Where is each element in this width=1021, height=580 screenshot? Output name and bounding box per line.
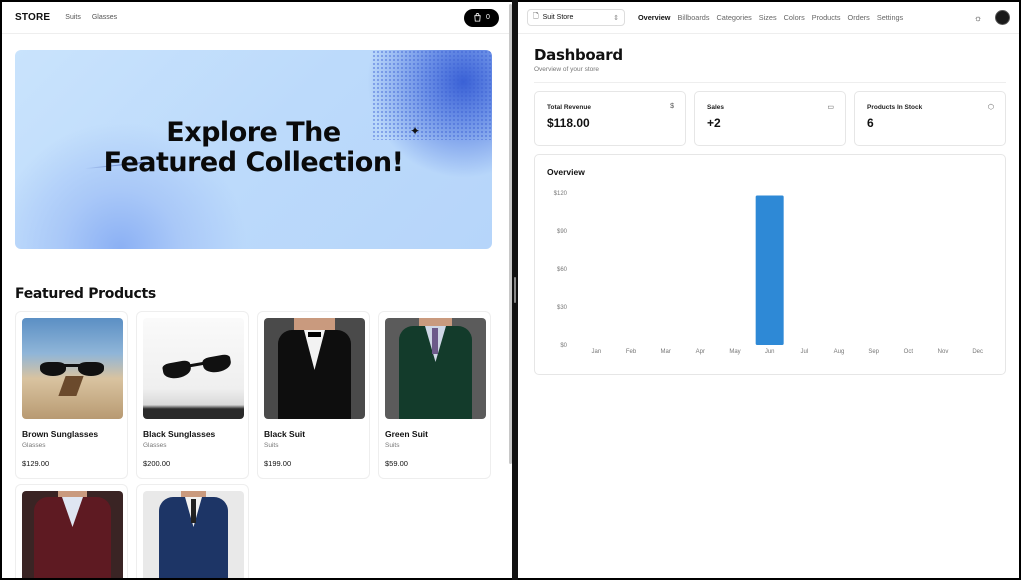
stat-value: 6 [867,116,874,130]
product-image[interactable] [264,318,365,419]
product-card[interactable]: Black Sunglasses Glasses $200.00 [136,311,249,479]
x-tick-label: Feb [626,349,637,355]
page-title: Dashboard [534,46,623,64]
nav-categories[interactable]: Categories [717,13,752,22]
product-card[interactable]: Black Suit Suits $199.00 [257,311,370,479]
product-price: $59.00 [385,459,408,468]
x-tick-label: Jun [765,349,775,355]
product-price: $129.00 [22,459,50,468]
user-avatar[interactable] [995,10,1010,25]
y-tick-label: $120 [554,191,568,197]
product-price: $200.00 [143,459,171,468]
chevrons-up-down-icon: ⇕ [613,14,619,22]
sparkle-icon: ✦ [410,124,421,138]
product-image[interactable] [22,318,123,419]
x-tick-label: Mar [660,349,670,355]
product-image[interactable] [385,318,486,419]
cart-count: 0 [486,14,490,21]
product-category: Glasses [143,442,167,449]
nav-overview[interactable]: Overview [638,13,670,22]
x-tick-label: Apr [696,349,705,355]
product-card[interactable]: Brown Sunglasses Glasses $129.00 [15,311,128,479]
dollar-icon: $ [670,103,674,110]
stat-label: Total Revenue [547,104,591,111]
nav-colors[interactable]: Colors [784,13,805,22]
store-switcher[interactable]: 🗋 Suit Store ⇕ [527,9,625,26]
admin-pane: 🗋 Suit Store ⇕ Overview Billboards Categ… [518,2,1019,578]
bar-jun[interactable] [755,195,784,345]
x-tick-label: Oct [904,349,914,355]
product-name: Black Suit [264,429,306,439]
x-tick-label: Jul [800,349,808,355]
hero-title-line1: Explore The [166,117,341,148]
revenue-bar-chart: $0 $30 $60 $90 $120 Jan Feb Mar Apr May Jun Jul Aug S… [554,191,983,355]
stat-card-stock: Products In Stock ⬡ 6 [854,91,1006,146]
store-navbar: STORE Suits Glasses 0 [2,2,512,34]
x-tick-label: May [729,349,740,355]
nav-billboards[interactable]: Billboards [677,13,709,22]
store-switcher-label: Suit Store [542,14,574,21]
page-subtitle: Overview of your store [534,66,600,73]
x-tick-label: Nov [938,349,949,355]
nav-link-glasses[interactable]: Glasses [92,14,117,21]
stat-card-revenue: Total Revenue $ $118.00 [534,91,686,146]
nav-link-suits[interactable]: Suits [65,14,81,21]
product-card[interactable] [136,484,249,578]
nav-settings[interactable]: Settings [877,13,903,22]
y-tick-label: $60 [557,267,568,273]
y-tick-label: $30 [557,305,568,311]
x-tick-label: Jan [591,349,601,355]
hero-title-line2: Featured Collection! [103,147,404,178]
product-category: Suits [264,442,279,449]
separator [534,82,1006,83]
product-price: $199.00 [264,459,292,468]
shopping-bag-icon [474,13,481,22]
nav-orders[interactable]: Orders [848,13,870,22]
overview-card: Overview $0 $30 $60 $90 $120 Jan Feb Mar Apr May J… [534,154,1006,375]
package-icon: ⬡ [987,104,994,111]
storefront-scrollbar[interactable] [509,4,512,464]
cart-button[interactable]: 0 [464,8,499,27]
product-image[interactable] [22,491,123,578]
product-card[interactable]: Green Suit Suits $59.00 [378,311,491,479]
credit-card-icon: ▭ [827,104,834,111]
nav-products[interactable]: Products [812,13,841,22]
nav-sizes[interactable]: Sizes [759,13,777,22]
product-category: Glasses [22,442,46,449]
stat-label: Products In Stock [867,104,923,111]
product-card[interactable] [15,484,128,578]
stat-label: Sales [707,104,724,111]
x-tick-label: Sep [868,349,879,355]
stat-value: +2 [707,116,721,130]
product-name: Green Suit [385,429,428,439]
store-logo[interactable]: STORE [15,12,50,23]
hero-billboard: Explore The Featured Collection! ✦ [15,50,492,249]
y-tick-label: $90 [557,229,568,235]
theme-toggle-button[interactable]: ☼ [971,11,985,25]
store-icon: 🗋 [533,13,539,20]
split-divider-handle[interactable] [514,277,516,303]
product-name: Black Sunglasses [143,429,216,439]
featured-products-title: Featured Products [15,286,156,302]
product-category: Suits [385,442,400,449]
product-image[interactable] [143,491,244,578]
stat-card-sales: Sales ▭ +2 [694,91,846,146]
y-tick-label: $0 [560,343,567,349]
admin-navbar: 🗋 Suit Store ⇕ Overview Billboards Categ… [518,2,1019,34]
sun-icon: ☼ [973,12,983,23]
storefront-pane: STORE Suits Glasses 0 Explore The Featur… [2,2,512,578]
product-name: Brown Sunglasses [22,429,99,439]
x-tick-label: Aug [834,349,845,355]
product-image[interactable] [143,318,244,419]
x-tick-label: Dec [972,349,983,355]
stat-value: $118.00 [547,116,590,130]
hero-title: Explore The Featured Collection! [15,118,492,178]
